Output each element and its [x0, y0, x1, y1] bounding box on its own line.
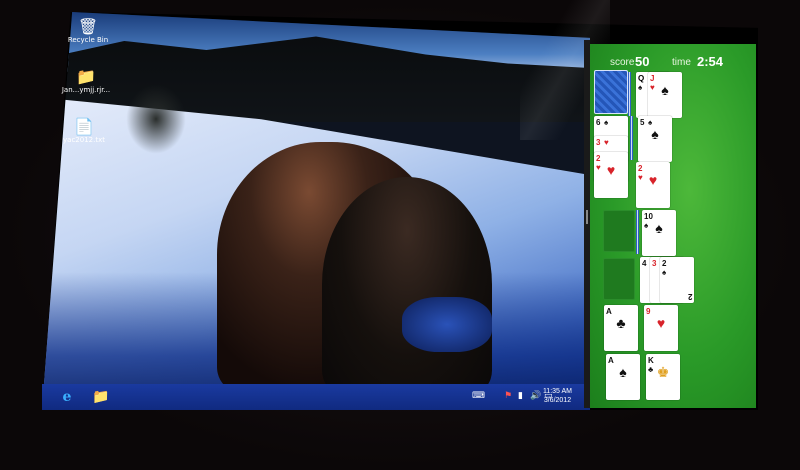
card-rank: J [650, 74, 655, 83]
folder-icon: 📁 [76, 67, 96, 86]
card-rank: 3 [652, 259, 657, 268]
card-suit: ♠ [662, 268, 667, 277]
desktop-icon-label: Recycle Bin [67, 36, 109, 44]
tableau-card-2-hearts-b[interactable]: 2 ♥ ♥ [636, 162, 670, 208]
card-rank: A [608, 356, 614, 365]
time-label: time [672, 57, 691, 68]
internet-explorer-icon: e [62, 389, 72, 405]
tableau-card-2-hearts[interactable]: 2 ♥ ♥ [594, 152, 628, 198]
card-pip: ♠ [655, 220, 663, 236]
empty-tableau-slot[interactable] [603, 258, 635, 300]
keyboard-icon[interactable]: ⌨ [472, 391, 485, 401]
tableau-card-a-spades[interactable]: A ♠ [606, 354, 640, 400]
desktop-icon-label: Jan...ymjj.rjr... [61, 86, 111, 94]
stock-pile[interactable] [594, 70, 628, 114]
card-pip: ♥ [606, 162, 616, 178]
time-value: 2:54 [697, 54, 724, 69]
tableau-card-k-clubs[interactable]: K ♣ ♚ [646, 354, 680, 400]
wallpaper-child-right [322, 177, 492, 392]
card-rank: 10 [644, 212, 653, 221]
card-pip: ♠ [661, 82, 669, 98]
card-rank: K [648, 356, 654, 365]
desktop-icon-label: yac2012.txt [63, 136, 105, 144]
card-suit: ♠ [638, 83, 643, 92]
network-icon[interactable]: ▮ [518, 391, 523, 401]
card-rank: 2 [596, 154, 601, 163]
card-suit: ♥ [604, 138, 609, 147]
tableau-stack-edge [636, 210, 639, 254]
card-rank: 9 [646, 307, 651, 316]
card-rank-bottom: 2 [687, 292, 692, 301]
tableau-card-10-spades[interactable]: 10 ♠ ♠ [642, 210, 676, 256]
wallpaper-blue-jacket [402, 297, 492, 352]
waste-card-j-hearts[interactable]: J ♥ ♠ [648, 72, 682, 118]
volume-icon[interactable]: 🔊 [530, 391, 541, 401]
card-pip: ♠ [619, 364, 627, 380]
taskbar-clock[interactable]: 11:35 AM 3/6/2012 [543, 387, 572, 405]
card-rank: 2 [638, 164, 643, 173]
taskbar: e 📁 ⌨ ⚑ ▮ 🔊 ▭ 11:35 AM 3/6/2012 [42, 384, 590, 410]
empty-tableau-slot[interactable] [603, 210, 635, 252]
taskbar-explorer-button[interactable]: 📁 [90, 388, 112, 406]
card-pip: ♥ [648, 172, 658, 188]
card-suit: ♠ [604, 118, 609, 127]
desktop-icon-recycle-bin[interactable]: 🗑 Recycle Bin [62, 17, 114, 45]
card-rank: A [606, 307, 612, 316]
tableau-card-5-spades[interactable]: 5 ♠ ♠ [638, 116, 672, 162]
flag-icon[interactable]: ⚑ [504, 391, 512, 401]
tableau-card-2-spades[interactable]: 2 ♠ 2 [660, 257, 694, 303]
tableau-card-a-clubs[interactable]: A ♣ [604, 305, 638, 351]
wallpaper-shrub [126, 84, 186, 154]
tableau-stack-edge [630, 116, 633, 160]
king-face-icon: ♚ [656, 364, 670, 380]
waste-stack-edge [628, 72, 631, 116]
desktop-icon-folder[interactable]: 📁 Jan...ymjj.rjr... [60, 67, 112, 95]
card-rank: Q [638, 74, 645, 83]
score-value: 50 [635, 54, 650, 69]
clock-time: 11:35 AM [542, 388, 572, 395]
desktop-icon-text-file[interactable]: 📄 yac2012.txt [58, 117, 110, 145]
card-rank: 5 [640, 118, 645, 127]
taskbar-ie-button[interactable]: e [56, 388, 78, 406]
card-rank: 2 [662, 259, 667, 268]
recycle-bin-icon: 🗑 [77, 17, 99, 36]
text-file-icon: 📄 [74, 117, 94, 136]
score-label: score [610, 57, 635, 68]
card-rank: 3 [596, 138, 601, 147]
card-pip: ♠ [651, 126, 659, 142]
file-explorer-icon: 📁 [92, 389, 110, 405]
desktop-wallpaper[interactable] [42, 12, 590, 410]
card-pip: ♣ [616, 315, 626, 331]
tableau-card-9-hearts[interactable]: 9 ♥ [644, 305, 678, 351]
card-rank: 4 [642, 259, 647, 268]
card-pip: ♥ [656, 315, 666, 331]
clock-date: 3/6/2012 [543, 397, 572, 404]
card-rank: 6 [596, 118, 601, 127]
snap-divider-grip[interactable] [586, 210, 588, 224]
